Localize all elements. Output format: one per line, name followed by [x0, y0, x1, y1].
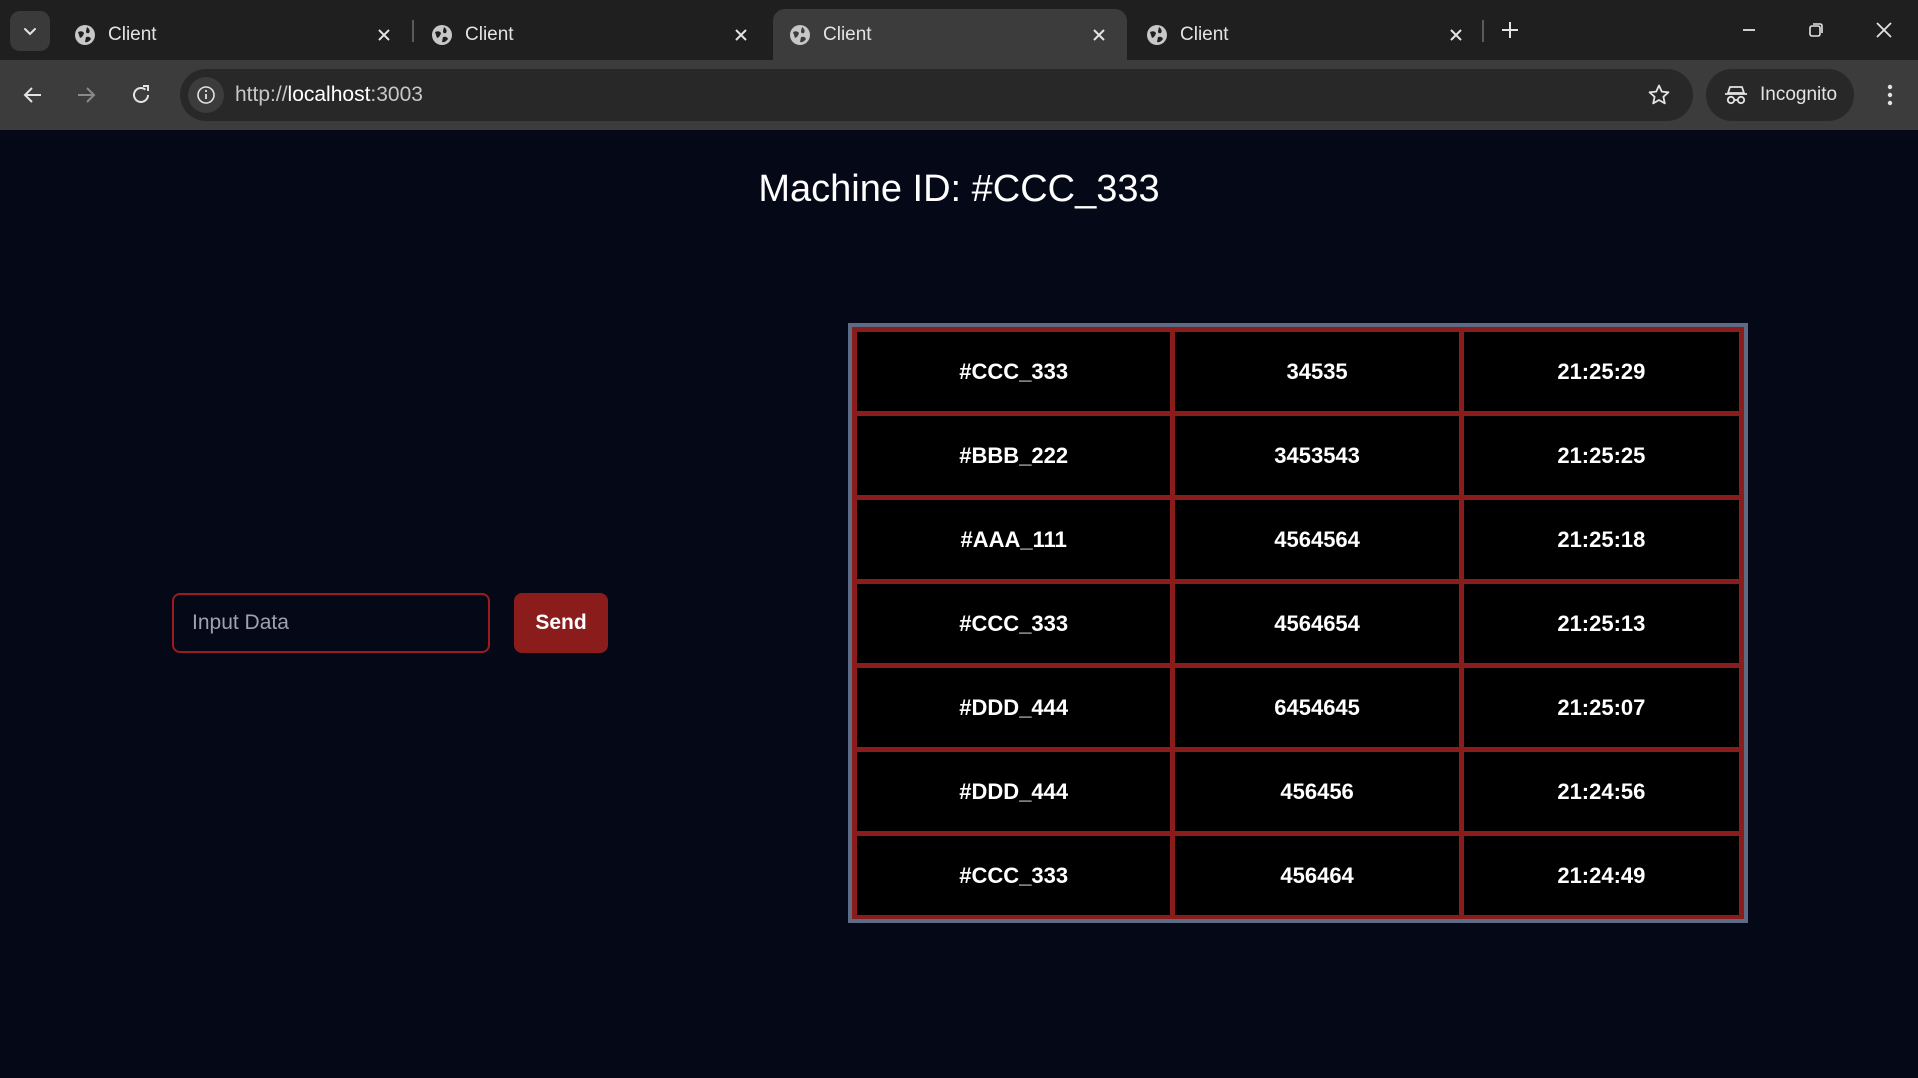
browser-menu-button[interactable] — [1872, 75, 1908, 115]
tab-3-active[interactable]: Client — [773, 9, 1127, 60]
timestamp-cell: 21:25:25 — [1463, 416, 1739, 495]
close-tab-icon[interactable] — [372, 23, 396, 47]
tab-title: Client — [465, 23, 514, 45]
table-row: #DDD_444 456456 21:24:56 — [857, 752, 1739, 831]
restore-icon — [1809, 23, 1823, 37]
machine-id-cell: #DDD_444 — [857, 668, 1171, 747]
globe-icon — [1147, 24, 1167, 45]
timestamp-cell: 21:25:18 — [1463, 500, 1739, 579]
arrow-left-icon — [23, 87, 41, 103]
plus-icon — [1502, 22, 1518, 38]
machine-id-cell: #CCC_333 — [857, 332, 1171, 411]
url-text: http://localhost:3003 — [235, 83, 423, 107]
minimize-button[interactable] — [1729, 10, 1769, 50]
value-cell: 3453543 — [1175, 416, 1459, 495]
timestamp-cell: 21:24:49 — [1463, 836, 1739, 915]
reload-button[interactable] — [121, 75, 161, 115]
timestamp-cell: 21:25:07 — [1463, 668, 1739, 747]
table-row: #CCC_333 4564654 21:25:13 — [857, 584, 1739, 663]
tab-title: Client — [823, 23, 872, 45]
incognito-icon — [1725, 86, 1747, 105]
tab-title: Client — [108, 23, 157, 45]
tab-search-button[interactable] — [10, 11, 50, 51]
machine-id-cell: #AAA_111 — [857, 500, 1171, 579]
data-table-frame: #CCC_333 34535 21:25:29 #BBB_222 3453543 21:2… — [848, 323, 1748, 923]
new-tab-button[interactable] — [1494, 14, 1526, 46]
table-row: #CCC_333 34535 21:25:29 — [857, 332, 1739, 411]
data-input-field[interactable] — [172, 593, 490, 653]
tab-separator — [1482, 20, 1484, 42]
incognito-label: Incognito — [1760, 84, 1838, 105]
timestamp-cell: 21:25:29 — [1463, 332, 1739, 411]
tab-4[interactable]: Client — [1130, 9, 1484, 60]
globe-icon — [75, 24, 95, 45]
value-cell: 456464 — [1175, 836, 1459, 915]
value-cell: 4564654 — [1175, 584, 1459, 663]
value-cell: 34535 — [1175, 332, 1459, 411]
close-tab-icon[interactable] — [1087, 23, 1111, 47]
bookmark-button[interactable] — [1643, 79, 1675, 111]
back-button[interactable] — [13, 75, 53, 115]
globe-icon — [790, 24, 810, 45]
table-row: #AAA_111 4564564 21:25:18 — [857, 500, 1739, 579]
incognito-profile-button[interactable]: Incognito — [1706, 69, 1854, 121]
more-vertical-icon — [1887, 84, 1893, 106]
restore-button[interactable] — [1796, 10, 1836, 50]
machine-id-cell: #DDD_444 — [857, 752, 1171, 831]
address-bar[interactable]: http://localhost:3003 — [180, 69, 1693, 121]
chevron-down-icon — [24, 28, 36, 36]
value-cell: 456456 — [1175, 752, 1459, 831]
close-tab-icon[interactable] — [1444, 23, 1468, 47]
page-content: Machine ID: #CCC_333 Send #CCC_333345352… — [0, 130, 1918, 1078]
close-tab-icon[interactable] — [729, 23, 753, 47]
machine-id-cell: #CCC_333 — [857, 836, 1171, 915]
machine-id-cell: #CCC_333 — [857, 584, 1171, 663]
send-button[interactable]: Send — [514, 593, 608, 653]
value-cell: 6454645 — [1175, 668, 1459, 747]
info-icon — [197, 86, 215, 104]
url-port: :3003 — [370, 83, 423, 106]
page-title: Machine ID: #CCC_333 — [758, 168, 1160, 210]
url-host: localhost — [287, 83, 371, 106]
timestamp-cell: 21:25:13 — [1463, 584, 1739, 663]
close-icon — [1876, 22, 1892, 38]
timestamp-cell: 21:24:56 — [1463, 752, 1739, 831]
site-info-button[interactable] — [188, 77, 224, 113]
tab-1[interactable]: Client — [58, 9, 412, 60]
tab-2[interactable]: Client — [415, 9, 769, 60]
url-prefix: http:// — [235, 83, 288, 106]
globe-icon — [432, 24, 452, 45]
value-cell: 4564564 — [1175, 500, 1459, 579]
tab-title: Client — [1180, 23, 1229, 45]
browser-toolbar: http://localhost:3003 Incognito — [0, 60, 1918, 130]
star-icon — [1648, 84, 1670, 105]
arrow-right-icon — [78, 87, 96, 103]
table-row: #DDD_444 6454645 21:25:07 — [857, 668, 1739, 747]
table-row: #BBB_222 3453543 21:25:25 — [857, 416, 1739, 495]
machine-id-cell: #BBB_222 — [857, 416, 1171, 495]
window-close-button[interactable] — [1864, 10, 1904, 50]
tab-separator — [412, 20, 414, 42]
reload-icon — [133, 85, 149, 103]
minimize-icon — [1743, 29, 1755, 31]
data-table: #CCC_333 34535 21:25:29 #BBB_222 3453543 21:2… — [852, 327, 1744, 920]
forward-button[interactable] — [66, 75, 106, 115]
table-row: #CCC_333 456464 21:24:49 — [857, 836, 1739, 915]
tab-bar: Client Client Client Client — [0, 0, 1918, 60]
